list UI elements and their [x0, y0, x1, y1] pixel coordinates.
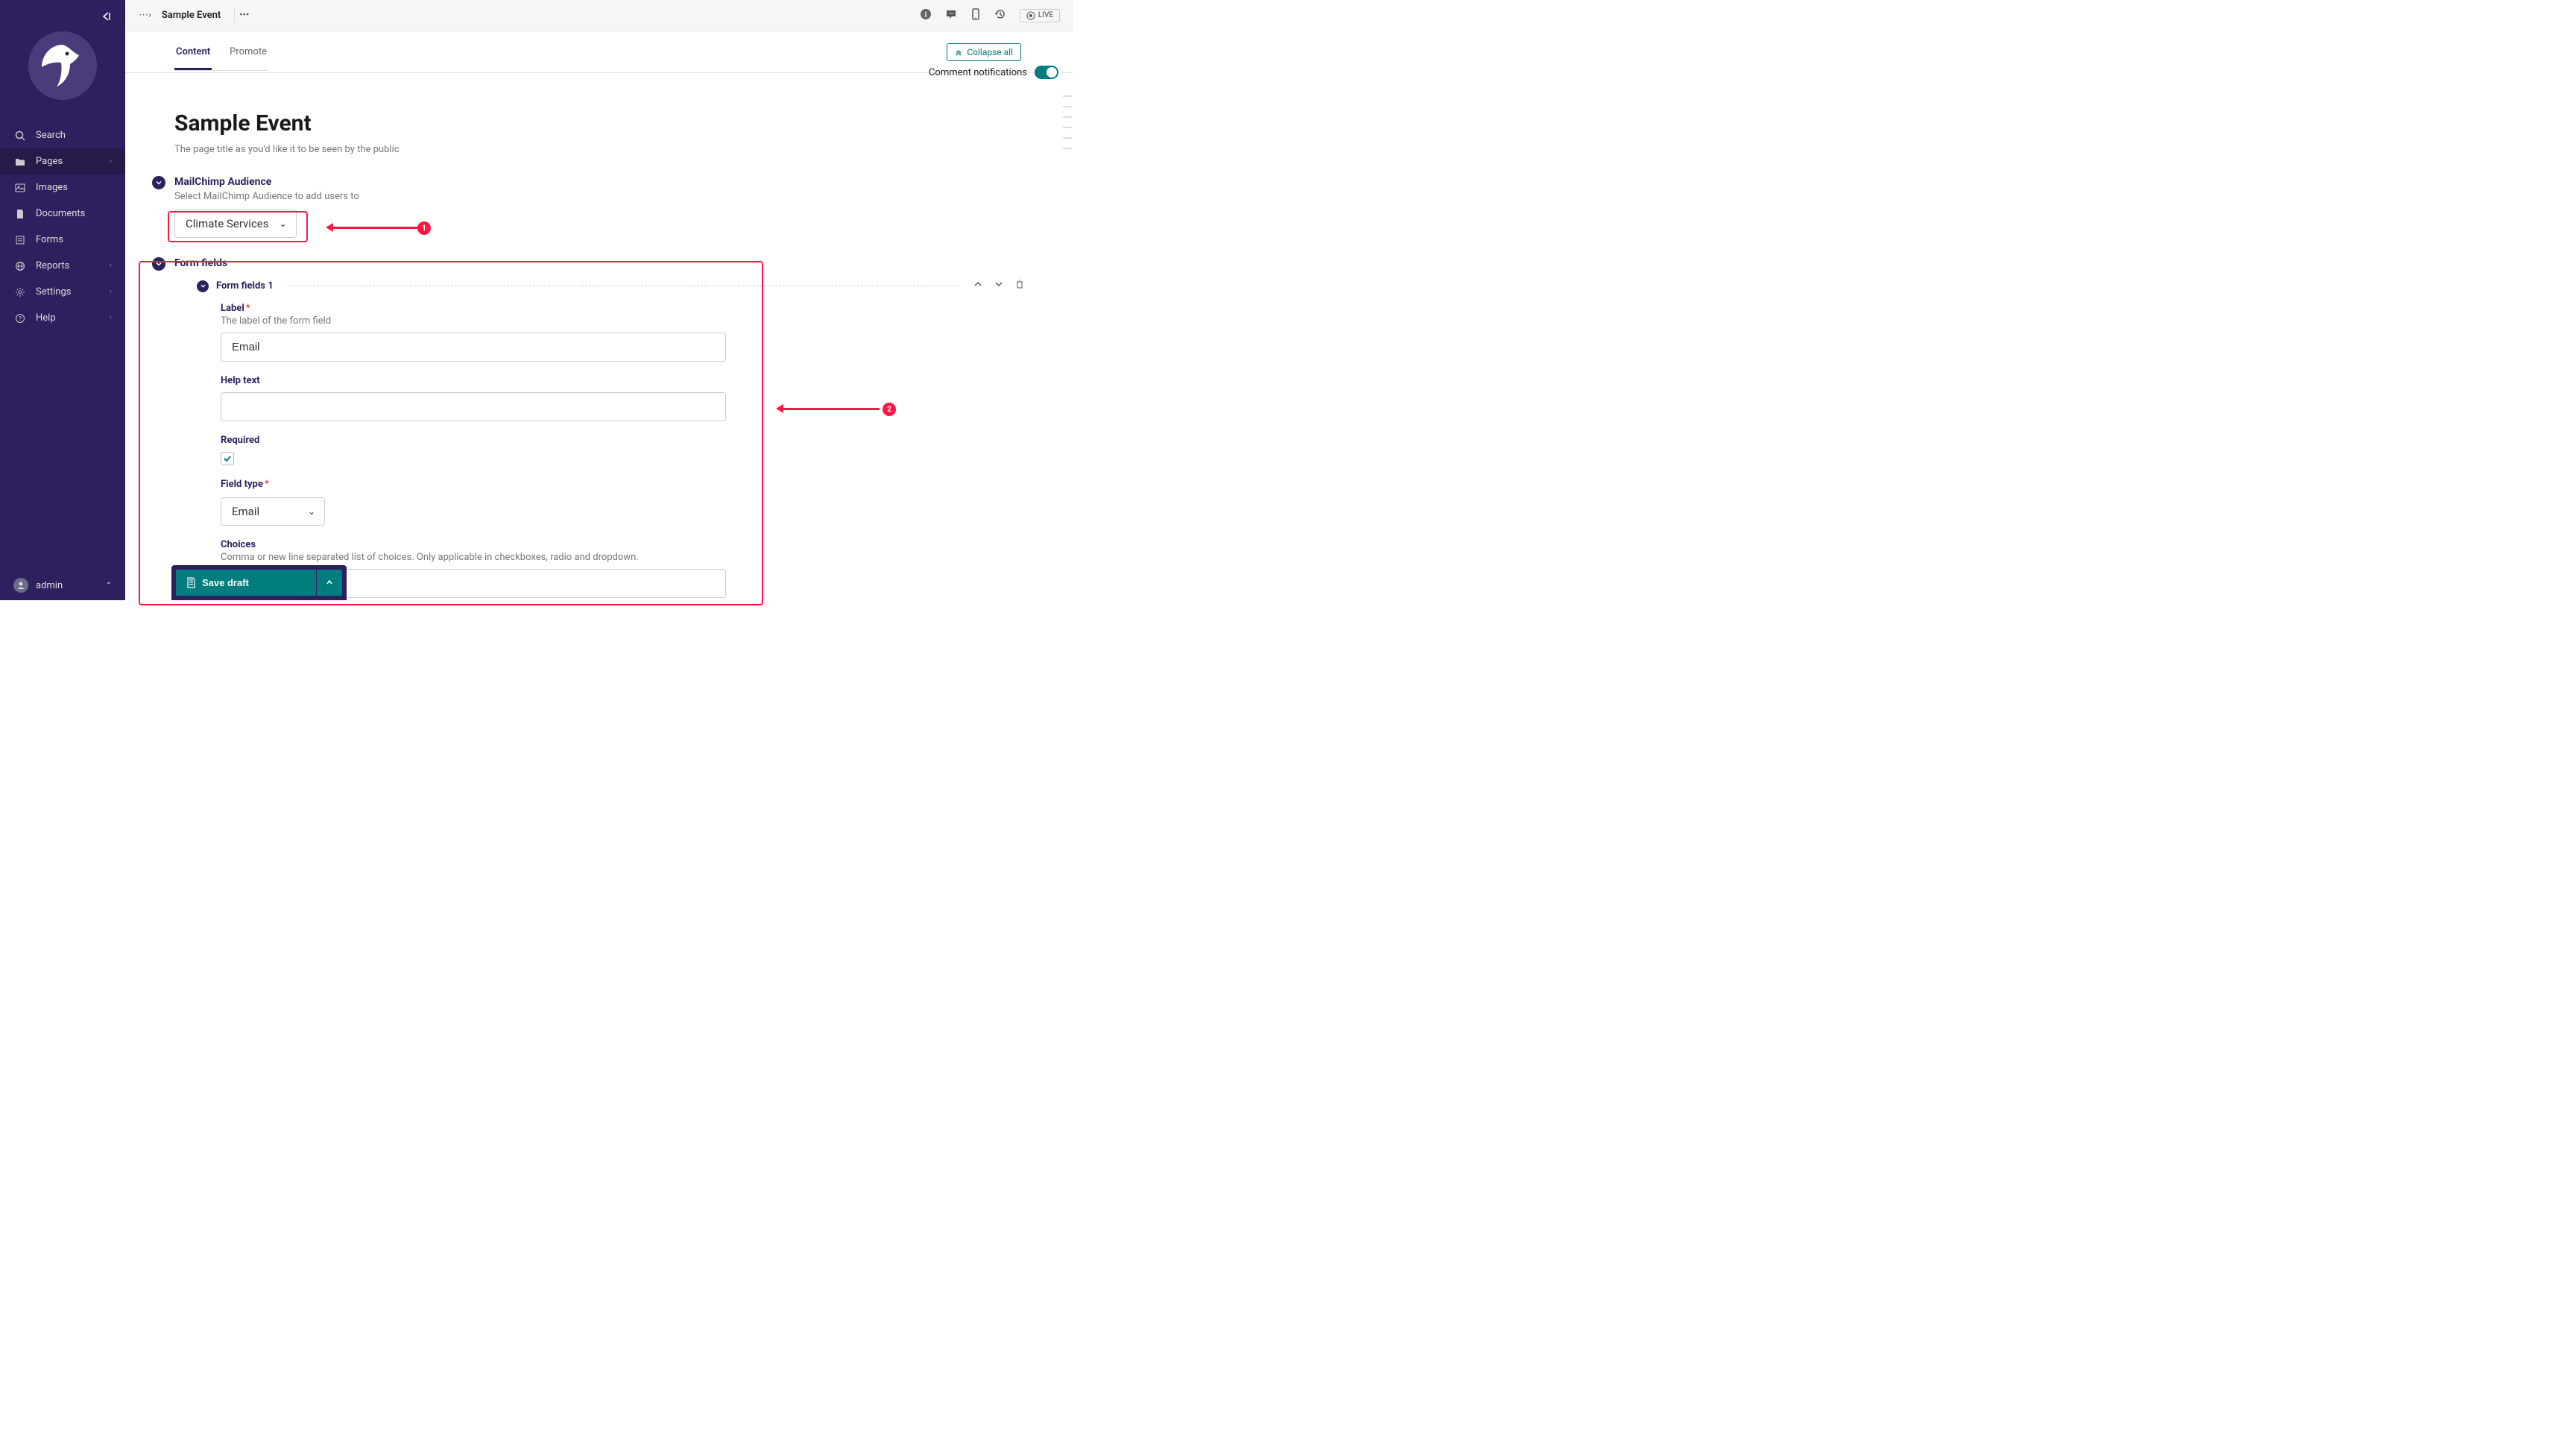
helptext-input[interactable]	[221, 392, 726, 421]
help-icon: ?	[15, 313, 27, 324]
main-content: Sample Event The page title as you'd lik…	[125, 73, 1073, 600]
annotation-badge-1: 1	[417, 221, 431, 235]
required-mark: *	[265, 479, 269, 490]
svg-text:?: ?	[19, 315, 22, 322]
label-input[interactable]	[221, 333, 726, 362]
header-actions: i LIVE	[920, 8, 1060, 23]
move-up-button[interactable]	[973, 280, 982, 292]
image-icon	[15, 183, 27, 193]
save-footer: Save draft	[171, 565, 347, 600]
annotation-badge-2: 2	[883, 403, 896, 416]
history-icon[interactable]	[994, 8, 1006, 23]
info-icon[interactable]: i	[920, 8, 932, 23]
page-subtitle: The page title as you'd like it to be se…	[174, 144, 1024, 155]
collapse-icon[interactable]	[197, 280, 209, 292]
page-title[interactable]: Sample Event	[174, 110, 1024, 136]
nav-reports[interactable]: Reports ›	[0, 253, 125, 279]
user-menu[interactable]: admin ⌃	[0, 570, 125, 600]
nav-label: Images	[36, 182, 68, 193]
logo	[28, 31, 97, 100]
chevron-right-icon: ›	[110, 288, 112, 296]
nav-list: Search Pages › Images Documents Forms Re…	[0, 122, 125, 331]
nav-pages[interactable]: Pages ›	[0, 148, 125, 174]
formfields-title: Form fields	[174, 257, 227, 269]
document-icon	[15, 209, 27, 219]
delete-button[interactable]	[1015, 280, 1024, 292]
tab-promote[interactable]: Promote	[228, 33, 268, 70]
sidebar: Search Pages › Images Documents Forms Re…	[0, 0, 125, 600]
avatar-icon	[13, 578, 28, 593]
block-controls	[973, 280, 1024, 292]
fieldtype-select[interactable]: Email ⌄	[221, 497, 325, 526]
nav-label: Help	[36, 312, 56, 324]
required-checkbox[interactable]	[221, 452, 234, 465]
folder-icon	[15, 157, 27, 167]
user-name: admin	[36, 580, 63, 591]
annotation-arrow-2	[778, 408, 880, 410]
nav-search[interactable]: Search	[0, 122, 125, 148]
tab-content[interactable]: Content	[174, 33, 212, 70]
save-draft-button[interactable]: Save draft	[176, 570, 316, 596]
chevron-down-icon: ⌄	[279, 218, 286, 229]
formfield-block-1: Form fields 1 Label* The label of the fo…	[197, 277, 1024, 598]
nav-help[interactable]: ? Help ›	[0, 305, 125, 331]
mailchimp-audience-select[interactable]: Climate Services ⌄	[174, 210, 297, 238]
nav-forms[interactable]: Forms	[0, 227, 125, 253]
required-mark: *	[246, 303, 250, 314]
nav-label: Search	[36, 130, 66, 141]
mailchimp-help: Select MailChimp Audience to add users t…	[174, 191, 1024, 202]
chevron-right-icon: ›	[110, 157, 112, 166]
tabs: Content Promote	[174, 33, 268, 71]
field-required: Required	[221, 435, 726, 465]
nav-label: Reports	[36, 260, 69, 271]
nav-documents[interactable]: Documents	[0, 201, 125, 227]
live-status-button[interactable]: LIVE	[1020, 9, 1060, 22]
field-label: Label* The label of the form field	[221, 303, 726, 362]
breadcrumb-root[interactable]: ⋯›	[139, 10, 151, 21]
save-more-button[interactable]	[316, 570, 342, 596]
svg-text:i: i	[925, 11, 927, 19]
search-icon	[15, 130, 27, 141]
field-help: The label of the form field	[221, 315, 726, 327]
mobile-icon[interactable]	[970, 8, 981, 23]
chevron-right-icon: ›	[110, 314, 112, 322]
collapse-all-button[interactable]: Collapse all	[947, 43, 1021, 61]
collapse-sidebar-icon[interactable]	[100, 10, 112, 25]
globe-icon	[15, 261, 27, 271]
move-down-button[interactable]	[994, 280, 1003, 292]
nav-label: Documents	[36, 208, 85, 219]
comment-icon[interactable]	[945, 8, 957, 23]
chevron-right-icon: ›	[110, 262, 112, 270]
nav-label: Settings	[36, 286, 71, 297]
formfield-block-title: Form fields 1	[216, 280, 274, 292]
collapse-icon[interactable]	[152, 257, 165, 271]
field-help: Comma or new line separated list of choi…	[221, 552, 726, 563]
field-helptext: Help text	[221, 375, 726, 421]
collapse-icon[interactable]	[152, 176, 165, 189]
nav-images[interactable]: Images	[0, 174, 125, 201]
nav-settings[interactable]: Settings ›	[0, 279, 125, 305]
forms-icon	[15, 235, 27, 245]
nav-label: Forms	[36, 234, 63, 245]
field-fieldtype: Field type* Email ⌄	[221, 479, 726, 526]
chevron-up-icon: ⌃	[106, 582, 112, 590]
mailchimp-title: MailChimp Audience	[174, 176, 271, 188]
breadcrumb: ⋯› Sample Event •••	[139, 7, 253, 23]
header-bar: ⋯› Sample Event ••• i LIVE	[125, 0, 1073, 31]
gear-icon	[15, 287, 27, 297]
breadcrumb-title[interactable]: Sample Event	[162, 10, 221, 21]
mailchimp-section: MailChimp Audience Select MailChimp Audi…	[125, 176, 1073, 257]
formfields-section: Form fields Form fields 1 Label* The lab…	[125, 257, 1073, 598]
more-actions-button[interactable]: •••	[234, 7, 253, 23]
nav-label: Pages	[36, 156, 63, 167]
annotation-arrow-1	[328, 227, 417, 229]
chevron-down-icon: ⌄	[308, 506, 315, 517]
